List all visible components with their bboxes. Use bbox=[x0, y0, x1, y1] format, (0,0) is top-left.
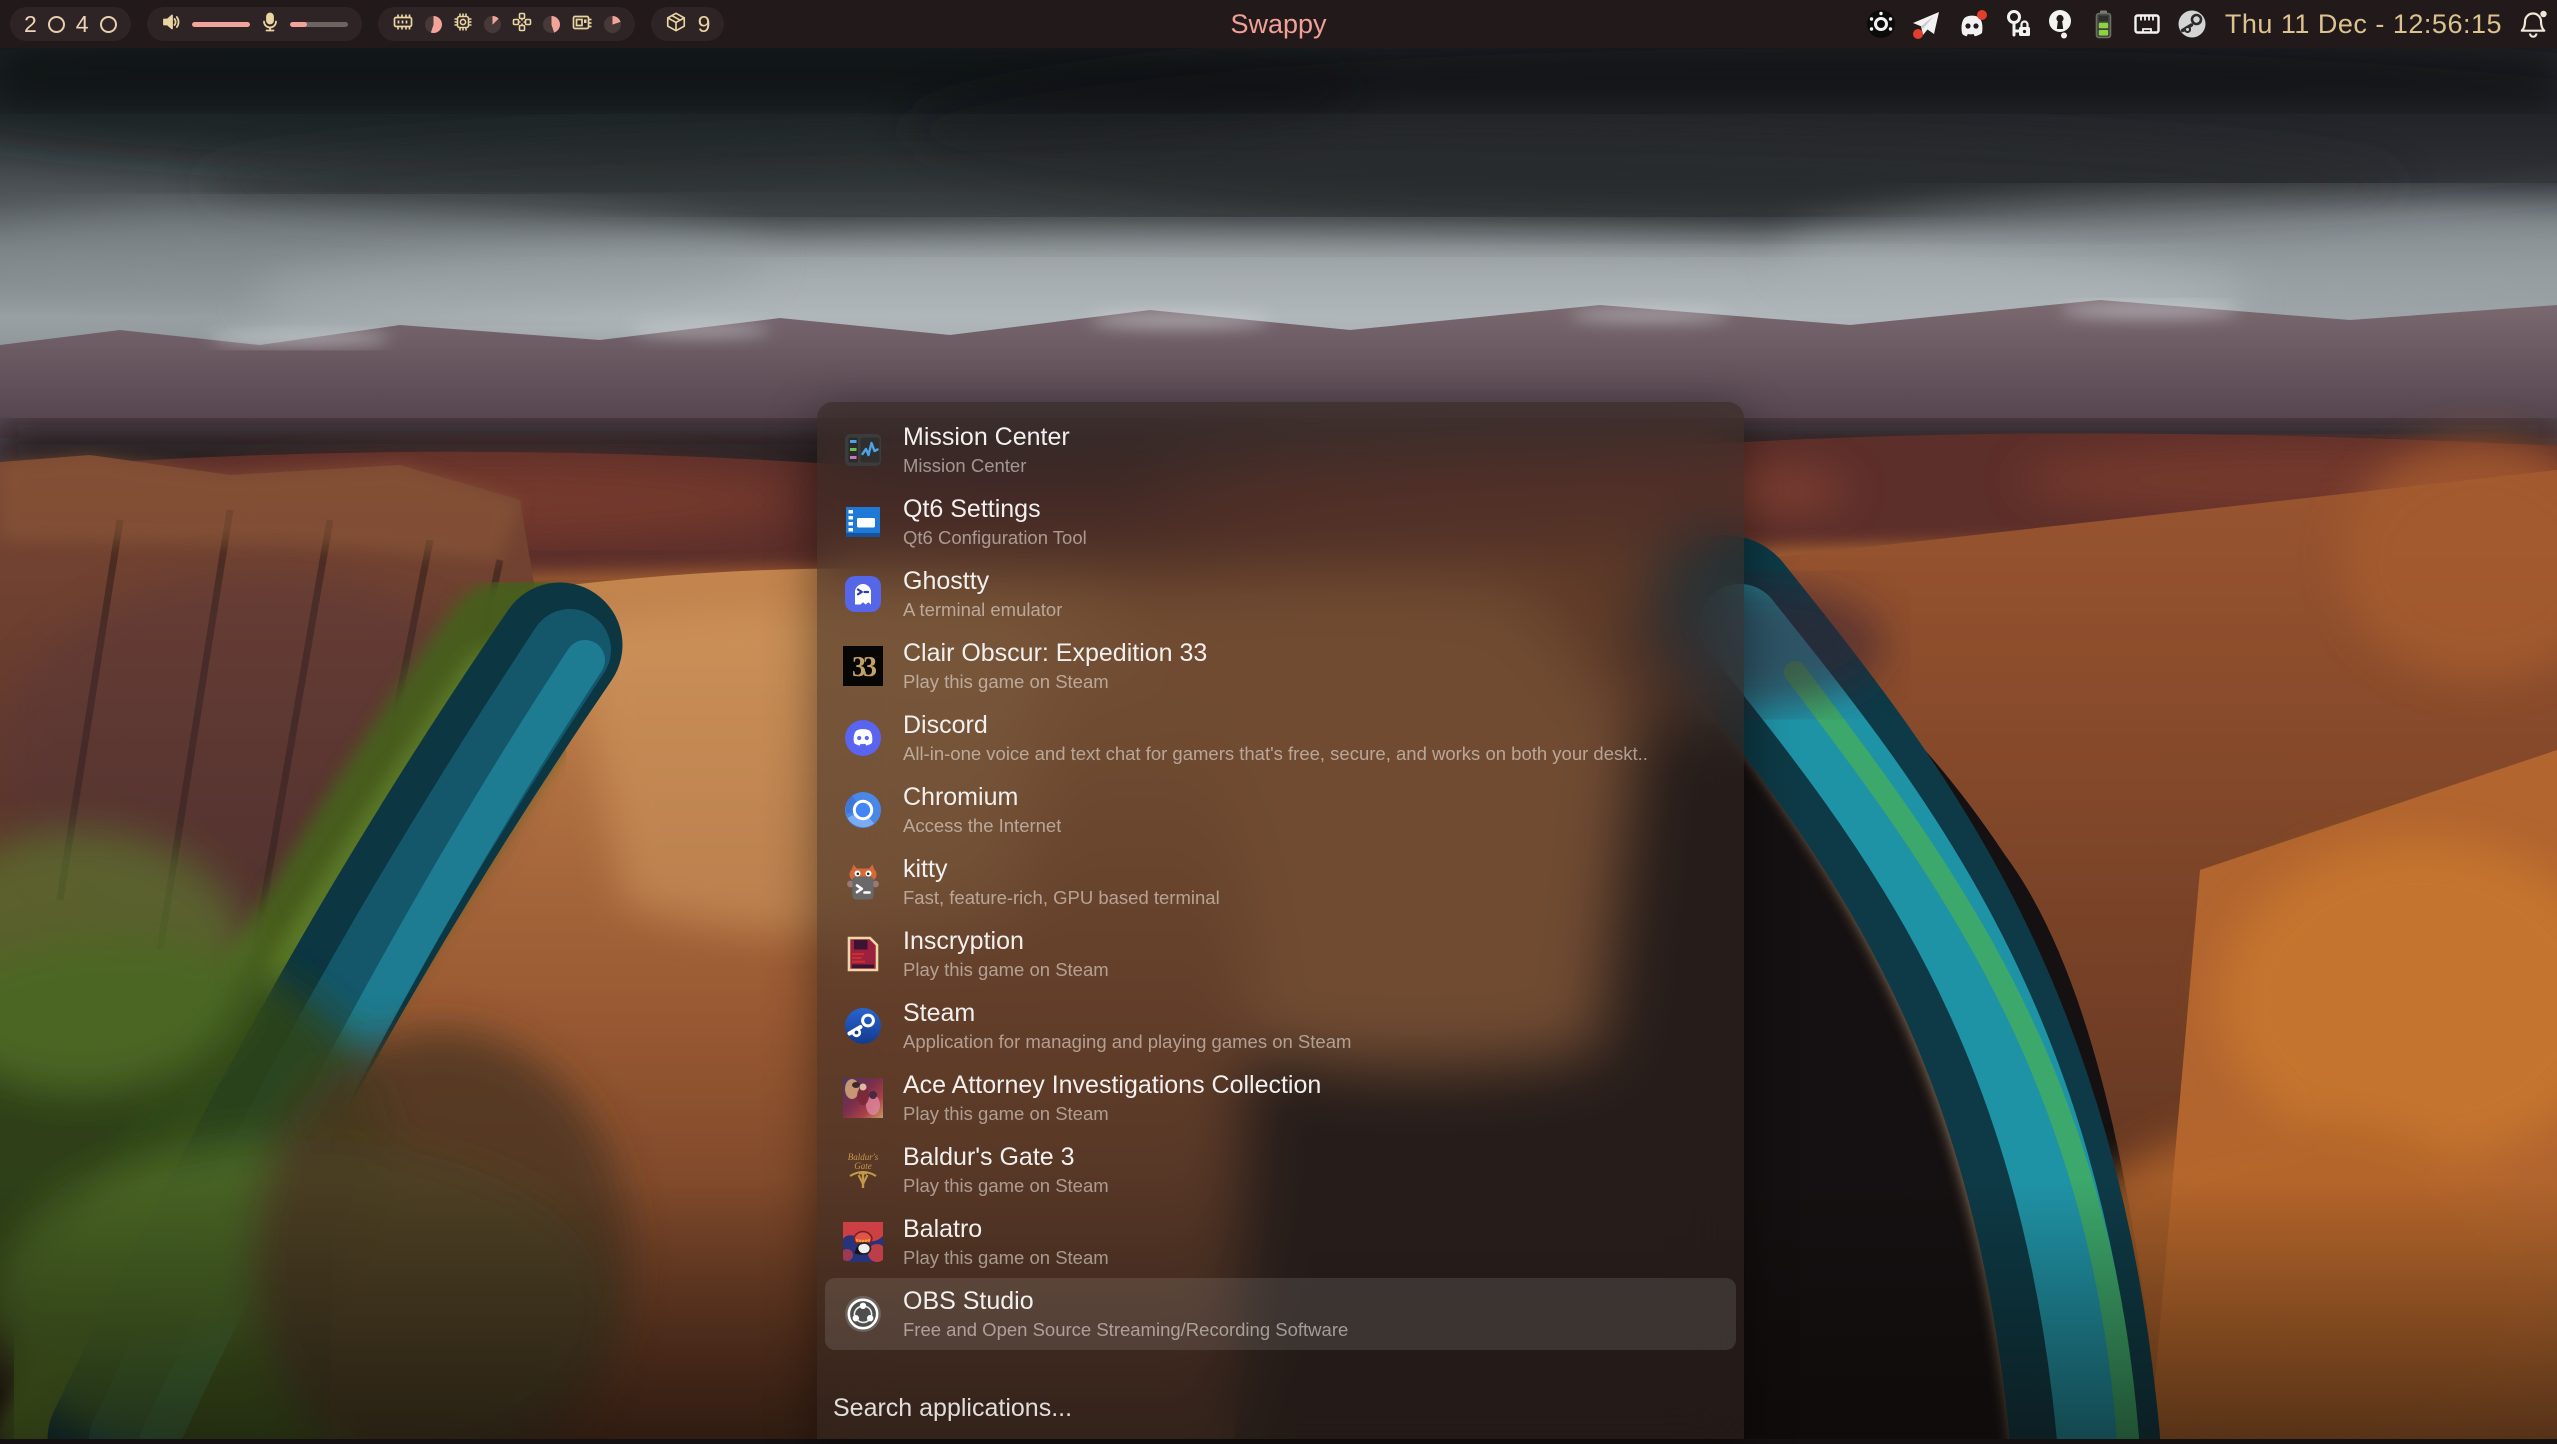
app-description: Application for managing and playing gam… bbox=[903, 1032, 1351, 1052]
app-name: Discord bbox=[903, 712, 1648, 740]
telegram-icon[interactable] bbox=[1910, 8, 1942, 40]
clock[interactable]: Thu 11 Dec - 12:56:15 bbox=[2225, 9, 2502, 40]
app-name: Steam bbox=[903, 1000, 1351, 1028]
app-name: Mission Center bbox=[903, 424, 1070, 452]
speaker-icon[interactable] bbox=[161, 12, 181, 37]
list-item-mission-center[interactable]: Mission Center Mission Center bbox=[817, 414, 1744, 486]
workspace-number[interactable]: 4 bbox=[76, 13, 89, 36]
keepassxc-icon[interactable] bbox=[2002, 8, 2032, 40]
steam-icon bbox=[843, 1006, 883, 1046]
audio-widget bbox=[147, 7, 362, 41]
package-box-icon bbox=[665, 10, 687, 39]
list-item-obs-studio-selected[interactable]: OBS Studio Free and Open Source Streamin… bbox=[825, 1278, 1736, 1350]
ethernet-icon[interactable] bbox=[2131, 8, 2163, 40]
vram-usage-pie[interactable] bbox=[604, 16, 621, 33]
notification-bell-icon[interactable] bbox=[2519, 8, 2549, 40]
search-input[interactable]: Search applications... bbox=[833, 1394, 1072, 1423]
memory-usage-pie[interactable] bbox=[425, 16, 442, 33]
app-description: Free and Open Source Streaming/Recording… bbox=[903, 1320, 1348, 1340]
cpu-usage-pie[interactable] bbox=[484, 16, 501, 33]
app-name: kitty bbox=[903, 856, 1220, 884]
app-description: Qt6 Configuration Tool bbox=[903, 528, 1087, 548]
balatro-icon bbox=[843, 1222, 883, 1262]
clair-obscur-expedition-33-icon: 33 bbox=[843, 646, 883, 686]
app-description: All-in-one voice and text chat for gamer… bbox=[903, 744, 1648, 764]
discord-icon[interactable] bbox=[1955, 8, 1989, 40]
app-description: A terminal emulator bbox=[903, 600, 1062, 620]
list-item-baldurs-gate-3[interactable]: Baldur'sGate Baldur's Gate 3 Play this g… bbox=[817, 1134, 1744, 1206]
app-description: Mission Center bbox=[903, 456, 1070, 476]
app-name: Chromium bbox=[903, 784, 1061, 812]
list-item-steam[interactable]: Steam Application for managing and playi… bbox=[817, 990, 1744, 1062]
steelseries-icon[interactable] bbox=[1865, 8, 1897, 40]
system-monitor-widget bbox=[378, 7, 635, 41]
workspace-ring-icon[interactable] bbox=[48, 16, 65, 33]
list-item-qt6-settings[interactable]: Qt6 Settings Qt6 Configuration Tool bbox=[817, 486, 1744, 558]
chromium-icon bbox=[843, 790, 883, 830]
app-description: Fast, feature-rich, GPU based terminal bbox=[903, 888, 1220, 908]
app-launcher-panel: Mission Center Mission Center Qt6 Settin… bbox=[817, 402, 1744, 1439]
vram-icon[interactable] bbox=[571, 12, 593, 37]
app-name: Clair Obscur: Expedition 33 bbox=[903, 640, 1207, 668]
top-bar-left-cluster: 2 4 bbox=[10, 0, 724, 48]
app-description: Play this game on Steam bbox=[903, 960, 1109, 980]
app-name: OBS Studio bbox=[903, 1288, 1348, 1316]
keyhole-icon[interactable] bbox=[2045, 8, 2075, 40]
list-item-balatro[interactable]: Balatro Play this game on Steam bbox=[817, 1206, 1744, 1278]
svg-text:33: 33 bbox=[852, 652, 877, 683]
discord-icon bbox=[843, 718, 883, 758]
app-name: Baldur's Gate 3 bbox=[903, 1144, 1109, 1172]
app-description: Play this game on Steam bbox=[903, 1248, 1109, 1268]
memory-icon[interactable] bbox=[392, 12, 414, 37]
app-description: Access the Internet bbox=[903, 816, 1061, 836]
workspaces-widget[interactable]: 2 4 bbox=[10, 7, 131, 41]
workspace-number[interactable]: 2 bbox=[24, 13, 37, 36]
top-bar-right-cluster: Thu 11 Dec - 12:56:15 bbox=[1865, 0, 2549, 48]
app-name: Balatro bbox=[903, 1216, 1109, 1244]
volume-slider[interactable] bbox=[192, 22, 250, 27]
ace-attorney-icon bbox=[843, 1078, 883, 1118]
baldurs-gate-3-icon: Baldur'sGate bbox=[843, 1150, 883, 1190]
gpu-usage-pie[interactable] bbox=[543, 16, 560, 33]
obs-studio-icon bbox=[843, 1294, 883, 1334]
app-list: Mission Center Mission Center Qt6 Settin… bbox=[817, 414, 1744, 1350]
mission-center-icon bbox=[843, 430, 883, 470]
app-name: Inscryption bbox=[903, 928, 1109, 956]
list-item-chromium[interactable]: Chromium Access the Internet bbox=[817, 774, 1744, 846]
list-item-ghostty[interactable]: Ghostty A terminal emulator bbox=[817, 558, 1744, 630]
updates-widget[interactable]: 9 bbox=[651, 7, 725, 41]
qt6-settings-icon bbox=[843, 502, 883, 542]
app-name: Ghostty bbox=[903, 568, 1062, 596]
inscryption-icon bbox=[843, 934, 883, 974]
app-description: Play this game on Steam bbox=[903, 1176, 1109, 1196]
svg-text:Gate: Gate bbox=[854, 1161, 872, 1171]
list-item-clair-obscur[interactable]: 33 Clair Obscur: Expedition 33 Play this… bbox=[817, 630, 1744, 702]
app-description: Play this game on Steam bbox=[903, 1104, 1321, 1124]
mic-slider[interactable] bbox=[290, 22, 348, 27]
top-bar: 2 4 bbox=[0, 0, 2557, 48]
battery-icon[interactable] bbox=[2088, 8, 2118, 40]
list-item-discord[interactable]: Discord All-in-one voice and text chat f… bbox=[817, 702, 1744, 774]
workspace-ring-icon[interactable] bbox=[100, 16, 117, 33]
app-description: Play this game on Steam bbox=[903, 672, 1207, 692]
microphone-icon[interactable] bbox=[261, 12, 279, 37]
list-item-kitty[interactable]: kitty Fast, feature-rich, GPU based term… bbox=[817, 846, 1744, 918]
list-item-inscryption[interactable]: Inscryption Play this game on Steam bbox=[817, 918, 1744, 990]
list-item-ace-attorney[interactable]: Ace Attorney Investigations Collection P… bbox=[817, 1062, 1744, 1134]
app-name: Qt6 Settings bbox=[903, 496, 1087, 524]
updates-count: 9 bbox=[698, 13, 711, 36]
app-name: Ace Attorney Investigations Collection bbox=[903, 1072, 1321, 1100]
gpu-icon[interactable] bbox=[512, 12, 532, 37]
ghostty-icon bbox=[843, 574, 883, 614]
kitty-icon bbox=[843, 862, 883, 902]
steam-tray-icon[interactable] bbox=[2176, 8, 2208, 40]
cpu-icon[interactable] bbox=[453, 12, 473, 37]
